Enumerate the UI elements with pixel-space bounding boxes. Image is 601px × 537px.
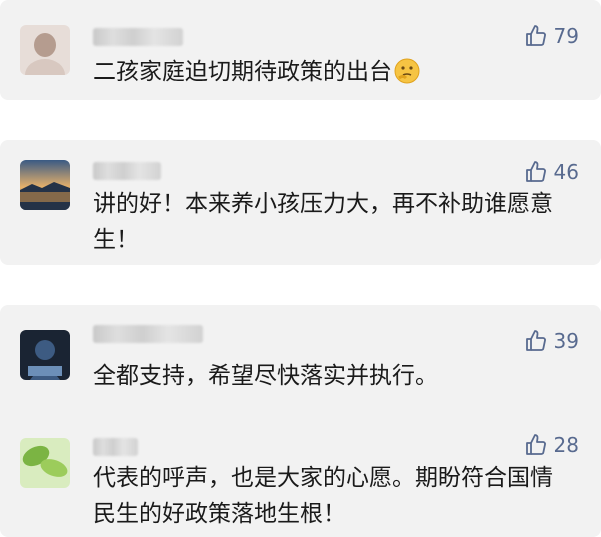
thinking-face-icon bbox=[394, 58, 420, 95]
thumbs-up-icon bbox=[525, 330, 546, 351]
like-count: 28 bbox=[553, 433, 579, 457]
avatar[interactable] bbox=[20, 330, 70, 380]
like-count: 46 bbox=[553, 160, 579, 184]
like-count: 79 bbox=[553, 24, 579, 48]
thumbs-up-icon bbox=[525, 434, 546, 455]
username-blurred bbox=[93, 162, 161, 180]
like-count: 39 bbox=[553, 329, 579, 353]
comment-text: 全都支持，希望尽快落实并执行。 bbox=[93, 363, 438, 389]
avatar[interactable] bbox=[20, 438, 70, 488]
avatar[interactable] bbox=[20, 25, 70, 75]
comment-text: 讲的好！本来养小孩压力大，再不补助谁愿意生！ bbox=[93, 191, 553, 253]
like-button[interactable]: 39 bbox=[524, 329, 579, 353]
like-button[interactable]: 79 bbox=[524, 24, 579, 48]
like-button[interactable]: 46 bbox=[524, 160, 579, 184]
thumbs-up-icon bbox=[525, 25, 546, 46]
avatar[interactable] bbox=[20, 160, 70, 210]
comment-text-content: 二孩家庭迫切期待政策的出台 bbox=[93, 59, 392, 85]
username-blurred bbox=[93, 325, 203, 343]
like-button[interactable]: 28 bbox=[524, 433, 579, 457]
username-blurred bbox=[93, 438, 138, 456]
username-blurred bbox=[93, 28, 183, 46]
comment-text: 代表的呼声，也是大家的心愿。期盼符合国情民生的好政策落地生根！ bbox=[93, 465, 553, 527]
thumbs-up-icon bbox=[525, 161, 546, 182]
comment-text: 二孩家庭迫切期待政策的出台 bbox=[93, 54, 573, 95]
